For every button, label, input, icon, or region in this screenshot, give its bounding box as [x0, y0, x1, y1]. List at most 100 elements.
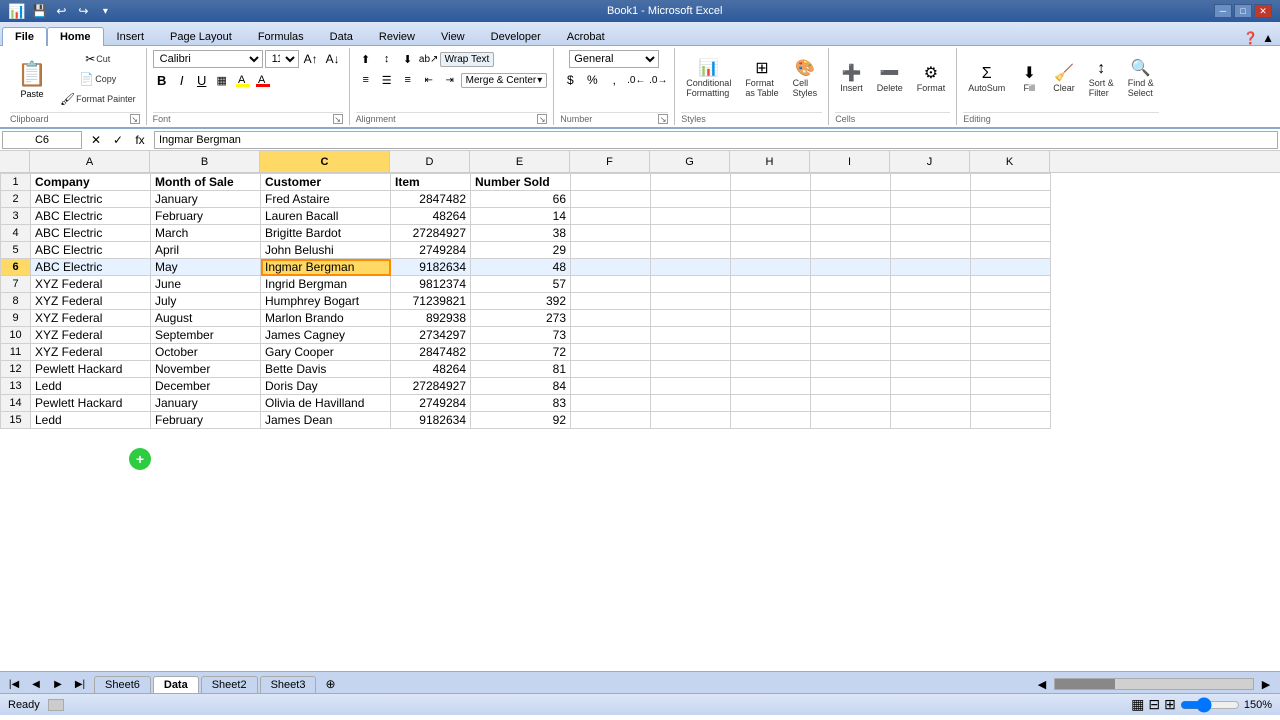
cell-H9[interactable]	[731, 310, 811, 327]
cell-H15[interactable]	[731, 412, 811, 429]
tab-acrobat[interactable]: Acrobat	[554, 27, 618, 45]
col-header-K[interactable]: K	[970, 151, 1050, 172]
cell-D1[interactable]: Item	[391, 174, 471, 191]
cell-K1[interactable]	[971, 174, 1051, 191]
cell-D15[interactable]: 9182634	[391, 412, 471, 429]
cell-B9[interactable]: August	[151, 310, 261, 327]
cell-B2[interactable]: January	[151, 191, 261, 208]
cell-J15[interactable]	[891, 412, 971, 429]
col-header-G[interactable]: G	[650, 151, 730, 172]
cell-H4[interactable]	[731, 225, 811, 242]
cell-F3[interactable]	[571, 208, 651, 225]
cell-H7[interactable]	[731, 276, 811, 293]
cell-F11[interactable]	[571, 344, 651, 361]
format-painter-button[interactable]: 🖌 Format Painter	[56, 90, 140, 108]
cell-E3[interactable]: 14	[471, 208, 571, 225]
paste-button[interactable]: 📋 Paste	[10, 57, 54, 102]
cell-I8[interactable]	[811, 293, 891, 310]
cell-A5[interactable]: ABC Electric	[31, 242, 151, 259]
cell-G8[interactable]	[651, 293, 731, 310]
cell-H14[interactable]	[731, 395, 811, 412]
cell-K9[interactable]	[971, 310, 1051, 327]
format-cells-btn[interactable]: ⚙ Format	[912, 63, 951, 96]
cell-C5[interactable]: John Belushi	[261, 242, 391, 259]
row-number-9[interactable]: 9	[1, 310, 31, 327]
cell-E14[interactable]: 83	[471, 395, 571, 412]
align-right-btn[interactable]: ≡	[398, 71, 418, 89]
scroll-left-btn[interactable]: ◀	[1032, 675, 1052, 693]
cell-E15[interactable]: 92	[471, 412, 571, 429]
cell-B7[interactable]: June	[151, 276, 261, 293]
cell-K8[interactable]	[971, 293, 1051, 310]
cell-I2[interactable]	[811, 191, 891, 208]
zoom-slider[interactable]	[1180, 699, 1240, 711]
cell-I15[interactable]	[811, 412, 891, 429]
cell-E10[interactable]: 73	[471, 327, 571, 344]
cell-J13[interactable]	[891, 378, 971, 395]
tab-file[interactable]: File	[2, 27, 47, 46]
cell-C10[interactable]: James Cagney	[261, 327, 391, 344]
cell-I14[interactable]	[811, 395, 891, 412]
col-header-C[interactable]: C	[260, 151, 390, 172]
col-header-J[interactable]: J	[890, 151, 970, 172]
tab-review[interactable]: Review	[366, 27, 428, 45]
cell-A7[interactable]: XYZ Federal	[31, 276, 151, 293]
cell-D10[interactable]: 2734297	[391, 327, 471, 344]
tab-page-layout[interactable]: Page Layout	[157, 27, 245, 45]
cell-D12[interactable]: 48264	[391, 361, 471, 378]
cell-J4[interactable]	[891, 225, 971, 242]
cell-C2[interactable]: Fred Astaire	[261, 191, 391, 208]
cell-A13[interactable]: Ledd	[31, 378, 151, 395]
cell-A3[interactable]: ABC Electric	[31, 208, 151, 225]
row-number-7[interactable]: 7	[1, 276, 31, 293]
cell-E2[interactable]: 66	[471, 191, 571, 208]
cell-K10[interactable]	[971, 327, 1051, 344]
tab-home[interactable]: Home	[47, 27, 104, 46]
cell-B3[interactable]: February	[151, 208, 261, 225]
cell-C6[interactable]: Ingmar Bergman	[261, 259, 391, 276]
tab-view[interactable]: View	[428, 27, 478, 45]
cell-K2[interactable]	[971, 191, 1051, 208]
cell-G1[interactable]	[651, 174, 731, 191]
row-number-3[interactable]: 3	[1, 208, 31, 225]
cell-I10[interactable]	[811, 327, 891, 344]
scroll-right-btn[interactable]: ▶	[1256, 675, 1276, 693]
cell-B4[interactable]: March	[151, 225, 261, 242]
cell-K15[interactable]	[971, 412, 1051, 429]
col-header-I[interactable]: I	[810, 151, 890, 172]
minimize-ribbon-btn[interactable]: ▲	[1262, 31, 1274, 45]
cell-J3[interactable]	[891, 208, 971, 225]
increase-font-btn[interactable]: A↑	[301, 50, 321, 68]
cell-G14[interactable]	[651, 395, 731, 412]
fill-color-button[interactable]: A	[233, 71, 251, 89]
copy-button[interactable]: 📄 Copy	[56, 70, 140, 88]
sheet-tab-sheet3[interactable]: Sheet3	[260, 676, 317, 693]
cell-A15[interactable]: Ledd	[31, 412, 151, 429]
cell-G7[interactable]	[651, 276, 731, 293]
font-name-select[interactable]: Calibri	[153, 50, 263, 68]
cell-K14[interactable]	[971, 395, 1051, 412]
cell-F1[interactable]	[571, 174, 651, 191]
currency-btn[interactable]: $	[560, 71, 580, 89]
first-sheet-btn[interactable]: |◀	[4, 675, 24, 693]
tab-insert[interactable]: Insert	[104, 27, 158, 45]
conditional-formatting-btn[interactable]: 📊 ConditionalFormatting	[681, 58, 736, 101]
alignment-expand[interactable]: ↘	[537, 114, 547, 124]
sort-filter-btn[interactable]: ↕ Sort &Filter	[1084, 58, 1119, 101]
autosum-btn[interactable]: Σ AutoSum	[963, 63, 1010, 96]
cell-A8[interactable]: XYZ Federal	[31, 293, 151, 310]
maximize-btn[interactable]: □	[1234, 4, 1252, 18]
cell-A6[interactable]: ABC Electric	[31, 259, 151, 276]
cell-G9[interactable]	[651, 310, 731, 327]
cut-button[interactable]: ✂ Cut	[56, 50, 140, 68]
col-header-B[interactable]: B	[150, 151, 260, 172]
cell-A4[interactable]: ABC Electric	[31, 225, 151, 242]
cell-F8[interactable]	[571, 293, 651, 310]
cell-G13[interactable]	[651, 378, 731, 395]
function-cancel-btn[interactable]: ✕	[86, 131, 106, 149]
cell-H3[interactable]	[731, 208, 811, 225]
cell-styles-btn[interactable]: 🎨 CellStyles	[788, 58, 823, 101]
next-sheet-btn[interactable]: ▶	[48, 675, 68, 693]
cell-J10[interactable]	[891, 327, 971, 344]
page-break-view-btn[interactable]: ⊞	[1164, 696, 1176, 713]
